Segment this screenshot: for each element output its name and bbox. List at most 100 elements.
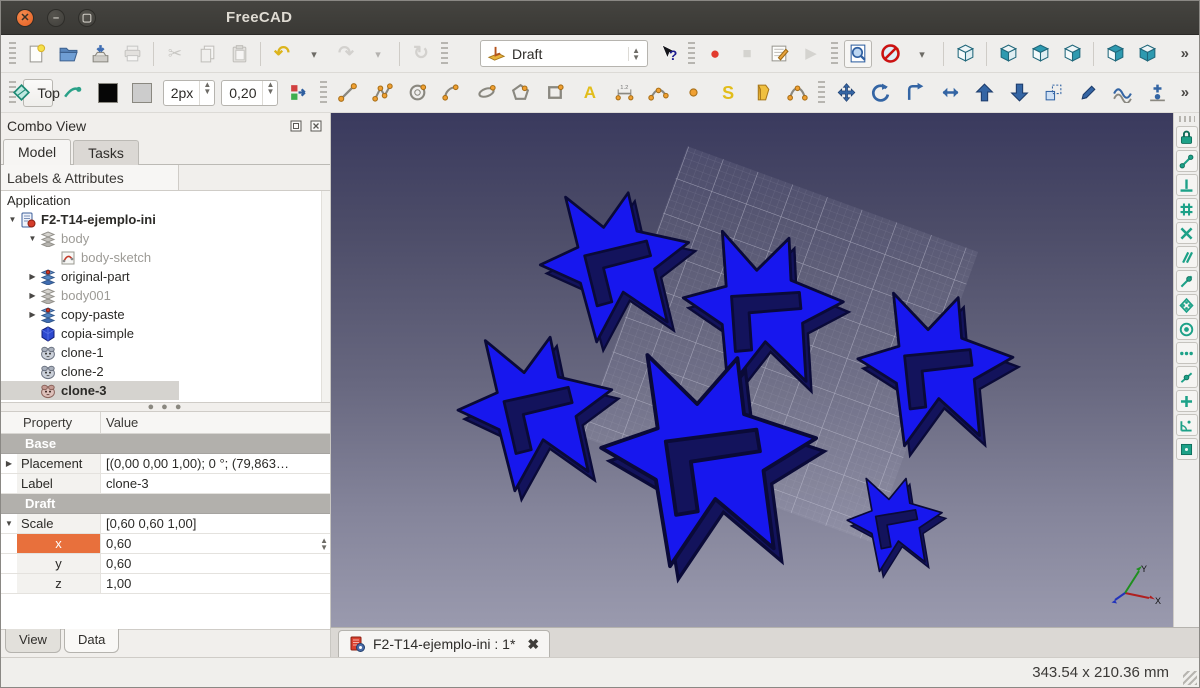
tree-item-body-sketch[interactable]: body-sketch — [1, 248, 330, 267]
constraint-concentric[interactable] — [1176, 318, 1198, 340]
draft-bspline[interactable] — [645, 79, 674, 107]
document-tab[interactable]: F2-T14-ejemplo-ini : 1* ✖ — [338, 630, 550, 657]
toolbar-overflow[interactable]: » — [1175, 45, 1195, 62]
constraint-tangent[interactable] — [1176, 270, 1198, 292]
tree-expander-icon[interactable]: ▼ — [25, 234, 40, 243]
snap-toggle[interactable] — [59, 79, 88, 107]
constraint-coincident[interactable] — [1176, 150, 1198, 172]
view-fit-all[interactable] — [844, 40, 872, 68]
tree-expander-icon[interactable]: ▶ — [25, 291, 40, 300]
document-tab-close-icon[interactable]: ✖ — [527, 636, 539, 653]
draft-wire[interactable] — [368, 79, 397, 107]
draft-circle[interactable] — [403, 79, 432, 107]
toolbar-grip[interactable] — [688, 42, 695, 66]
workplane-top[interactable]: Top — [23, 79, 53, 107]
property-value[interactable]: 1,00 — [101, 574, 330, 593]
constraint-lock[interactable] — [1176, 126, 1198, 148]
toolbar-grip[interactable] — [818, 81, 825, 105]
panel-close-button[interactable] — [308, 118, 324, 133]
view-rear[interactable] — [1101, 40, 1129, 68]
macro-stop[interactable]: ■ — [733, 40, 761, 68]
spinner-arrows-icon[interactable]: ▲▼ — [262, 81, 277, 105]
window-close-button[interactable]: ✕ — [16, 9, 34, 27]
redo[interactable]: ↷ — [332, 40, 360, 68]
property-expander-icon[interactable]: ▼ — [1, 514, 17, 533]
constraint-parallel[interactable] — [1176, 246, 1198, 268]
property-value[interactable]: [0,60 0,60 1,00] — [101, 514, 330, 533]
property-expander-icon[interactable]: ▶ — [1, 454, 17, 473]
tree-item-clone-3[interactable]: clone-3 — [1, 381, 179, 400]
tree-expander-icon[interactable]: ▶ — [25, 310, 40, 319]
text-size-spin[interactable]: 0,20▲▼ — [221, 80, 278, 106]
toolbar-grip[interactable] — [1179, 116, 1195, 122]
3d-viewport[interactable]: YX — [331, 113, 1173, 627]
property-group-draft[interactable]: Draft — [1, 494, 330, 514]
cut[interactable]: ✂ — [161, 40, 189, 68]
panel-float-button[interactable] — [288, 118, 304, 133]
constraint-internal[interactable] — [1176, 438, 1198, 460]
constraint-symmetric[interactable] — [1176, 198, 1198, 220]
property-column-header[interactable]: Property — [1, 412, 101, 433]
toolbar-overflow[interactable]: » — [1175, 84, 1195, 101]
draft-downgrade[interactable] — [1005, 79, 1034, 107]
save-file[interactable] — [86, 40, 114, 68]
tab-data[interactable]: Data — [64, 629, 119, 653]
property-value[interactable]: 0,60▲▼ — [101, 534, 330, 553]
redo-menu[interactable]: ▾ — [364, 40, 392, 68]
refresh[interactable]: ↻ — [407, 40, 435, 68]
draft-addpoint[interactable] — [1143, 79, 1172, 107]
draft-line[interactable] — [334, 79, 363, 107]
draft-arc[interactable] — [437, 79, 466, 107]
constraint-more[interactable] — [1176, 342, 1198, 364]
constraint-point-on-line[interactable] — [1176, 366, 1198, 388]
tab-model[interactable]: Model — [3, 139, 71, 165]
property-value[interactable]: 0,60 — [101, 554, 330, 573]
tree-item-clone-2[interactable]: clone-2 — [1, 362, 330, 381]
draft-polygon[interactable] — [506, 79, 535, 107]
toolbar-grip[interactable] — [441, 42, 448, 66]
constraint-equal[interactable] — [1176, 294, 1198, 316]
view-top[interactable] — [1026, 40, 1054, 68]
tree-item-f2-t14-ejemplo-ini[interactable]: ▼F2-T14-ejemplo-ini — [1, 210, 330, 229]
tab-tasks[interactable]: Tasks — [73, 140, 139, 165]
value-spinner-icon[interactable]: ▲▼ — [317, 537, 330, 551]
draft-scale[interactable] — [1040, 79, 1069, 107]
draft-facebinder[interactable] — [748, 79, 777, 107]
paste[interactable] — [225, 40, 253, 68]
draft-edit[interactable] — [1074, 79, 1103, 107]
tab-view[interactable]: View — [5, 629, 61, 653]
value-column-header[interactable]: Value — [101, 412, 330, 433]
draft-bezier[interactable] — [783, 79, 812, 107]
draft-rotate[interactable] — [867, 79, 896, 107]
tree-expander-icon[interactable]: ▼ — [5, 215, 20, 224]
macro-record[interactable]: ● — [701, 40, 729, 68]
copy[interactable] — [193, 40, 221, 68]
view-front[interactable] — [994, 40, 1022, 68]
window-minimize-button[interactable]: – — [47, 9, 65, 27]
draft-join[interactable] — [1109, 79, 1138, 107]
resize-grip[interactable] — [1183, 671, 1197, 685]
tree-expander-icon[interactable]: ▶ — [25, 272, 40, 281]
draft-upgrade[interactable] — [970, 79, 999, 107]
macro-play[interactable]: ▶ — [797, 40, 825, 68]
tree-item-application[interactable]: Application — [1, 191, 330, 210]
property-value[interactable]: clone-3 — [101, 474, 330, 493]
constraint-vertical-distance[interactable] — [1176, 174, 1198, 196]
print[interactable] — [118, 40, 146, 68]
workbench-selector[interactable]: Draft▲▼ — [480, 40, 648, 67]
tree-item-original-part[interactable]: ▶original-part — [1, 267, 330, 286]
constraint-add[interactable] — [1176, 390, 1198, 412]
face-color-swatch[interactable] — [128, 79, 157, 107]
tree-item-copia-simple[interactable]: copia-simple — [1, 324, 330, 343]
property-group-base[interactable]: Base — [1, 434, 330, 454]
line-color-swatch[interactable] — [93, 79, 122, 107]
whats-this[interactable]: ? — [654, 40, 682, 68]
draft-text[interactable]: A — [576, 79, 605, 107]
line-width-spin[interactable]: 2px▲▼ — [163, 80, 216, 106]
view-right[interactable] — [1058, 40, 1086, 68]
draft-shapestring[interactable]: S — [714, 79, 743, 107]
tree-item-clone-1[interactable]: clone-1 — [1, 343, 330, 362]
draft-rectangle[interactable] — [541, 79, 570, 107]
open-file[interactable] — [54, 40, 82, 68]
view-bottom[interactable] — [1133, 40, 1161, 68]
